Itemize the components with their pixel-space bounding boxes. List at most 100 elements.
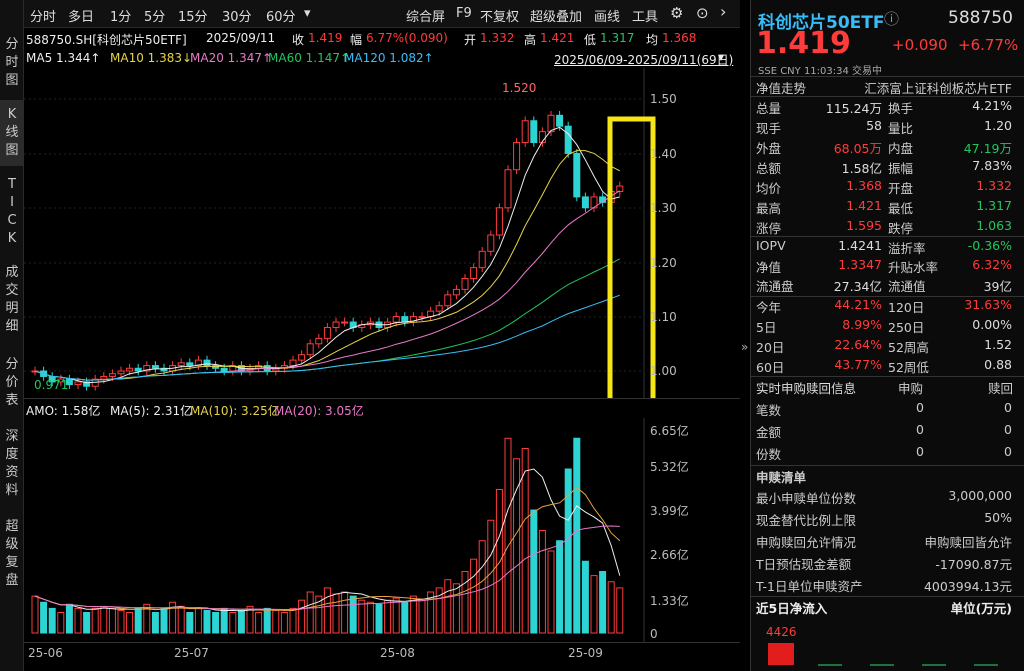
candle-body — [135, 368, 141, 371]
perf-value: 43.77% — [834, 357, 882, 372]
tab-trade-detail[interactable]: 成交明细 — [0, 264, 24, 336]
price-change: +0.090 — [892, 36, 948, 54]
tab-intraday[interactable]: 分时图 — [0, 36, 24, 90]
perf-label: 60日 — [756, 357, 784, 376]
stats-value: 1.332 — [976, 178, 1012, 193]
volume-bar — [557, 541, 563, 633]
volume-bar — [376, 604, 382, 633]
volume-bar — [152, 613, 158, 634]
high-label: 高 — [524, 31, 536, 48]
redeem-sub-value: 0 — [916, 400, 924, 415]
no-adjust-button[interactable]: 不复权 — [480, 6, 519, 25]
stats-label: 最高 — [756, 198, 781, 217]
redeem-header: 实时申购赎回信息申购赎回 — [756, 378, 1018, 398]
ma-line — [35, 191, 620, 381]
stats-value: 1.421 — [846, 198, 882, 213]
volume-chart[interactable] — [24, 418, 740, 642]
volume-bar — [204, 610, 210, 633]
composite-screen-button[interactable]: 综合屏 — [406, 6, 445, 25]
draw-line-button[interactable]: 画线 — [594, 6, 620, 25]
list-value: -17090.87元 — [935, 554, 1012, 573]
list-value: 4003994.13元 — [924, 576, 1012, 595]
dropdown-icon[interactable]: ▾ — [718, 50, 724, 64]
flow-title: 近5日净流入 — [756, 598, 827, 617]
super-overlay-button[interactable]: 超级叠加 — [530, 6, 582, 25]
high-value: 1.421 — [540, 31, 574, 45]
candle-body — [109, 374, 115, 377]
list-title: 申赎清单 — [756, 467, 806, 486]
redeem-title: 实时申购赎回信息 — [756, 378, 856, 397]
period-15min[interactable]: 15分 — [178, 6, 208, 25]
candle-body — [514, 143, 520, 170]
volume-bar — [75, 608, 81, 633]
period-intraday[interactable]: 分时 — [30, 6, 56, 25]
volume-bar — [161, 608, 167, 633]
tab-kline[interactable]: K线图 — [0, 100, 24, 166]
redeem-row: 笔数00 — [756, 400, 1018, 420]
next-icon[interactable]: › — [720, 2, 726, 21]
open-label: 开 — [464, 31, 476, 48]
volume-bar — [273, 610, 279, 633]
stats-value: 1.58亿 — [842, 158, 882, 177]
vol-tick: 1.33亿 — [650, 592, 689, 609]
info-icon[interactable]: ⓘ — [884, 8, 899, 29]
volume-bar — [419, 600, 425, 633]
volume-bar — [582, 561, 588, 633]
high-marker: 1.520 — [502, 81, 536, 95]
collapse-panel-icon[interactable]: » — [741, 340, 748, 354]
tab-super-review[interactable]: 超级复盘 — [0, 518, 24, 590]
left-tab-bar: 分时图 K线图 TICK 成交明细 分价表 深度资料 超级复盘 — [0, 0, 24, 671]
redeem-label: 份数 — [756, 444, 781, 463]
period-60min[interactable]: 60分 — [266, 6, 296, 25]
volume-bar — [505, 438, 511, 633]
price-tick: 1.00 — [650, 364, 677, 378]
volume-bar — [333, 594, 339, 633]
stats-value: 1.063 — [976, 218, 1012, 233]
tab-depth-info[interactable]: 深度资料 — [0, 428, 24, 500]
period-1min[interactable]: 1分 — [110, 6, 131, 25]
price-tick: 1.50 — [650, 92, 677, 106]
back-icon[interactable]: ⊙ — [696, 4, 709, 22]
period-30min[interactable]: 30分 — [222, 6, 252, 25]
stats-value: 1.317 — [976, 198, 1012, 213]
ma-line — [35, 127, 620, 382]
stats-label: 跌停 — [888, 218, 913, 237]
nav-row[interactable]: 净值走势汇添富上证科创板芯片ETF — [756, 78, 1018, 98]
kline-chart[interactable]: 1.520 0.971 — [24, 68, 740, 398]
volume-bar — [299, 600, 305, 633]
candle-body — [582, 197, 588, 208]
stats-label: 内盘 — [888, 138, 913, 157]
tab-price-table[interactable]: 分价表 — [0, 356, 24, 410]
price-change-pct: +6.77% — [958, 36, 1018, 54]
stats-value: 1.368 — [846, 178, 882, 193]
volume-bar — [135, 608, 141, 633]
redeem-red-value: 0 — [1004, 400, 1012, 415]
redeem-col-sub: 申购 — [898, 378, 923, 397]
volume-bar — [385, 600, 391, 633]
ma5-value: MA5 1.344↑ — [26, 51, 100, 65]
candle-body — [436, 306, 442, 311]
perf-label: 250日 — [888, 317, 924, 336]
tools-button[interactable]: 工具 — [632, 6, 658, 25]
period-multiday[interactable]: 多日 — [68, 6, 94, 25]
period-more-dropdown[interactable]: ▾ — [304, 6, 311, 21]
redeem-red-value: 0 — [1004, 444, 1012, 459]
tab-tick[interactable]: TICK — [0, 176, 24, 248]
volume-bar — [195, 608, 201, 633]
stats-value: 7.83% — [972, 158, 1012, 173]
volume-bar — [342, 592, 348, 633]
close-value: 1.419 — [308, 31, 342, 45]
period-5min[interactable]: 5分 — [144, 6, 165, 25]
f9-button[interactable]: F9 — [456, 6, 472, 21]
x-tick: 25-07 — [174, 646, 209, 660]
list-label: T日预估现金差额 — [756, 554, 851, 573]
volume-bar — [178, 606, 184, 633]
perf-row: 60日43.77%52周低0.88 — [756, 357, 1018, 377]
stats2-label: IOPV — [756, 238, 786, 253]
perf-value: 31.63% — [964, 297, 1012, 312]
date-range: 2025/06/09-2025/09/11(69日) — [554, 51, 733, 68]
candle-body — [187, 363, 193, 366]
flow-header: 近5日净流入单位(万元) — [756, 598, 1018, 618]
settings-gear-icon[interactable]: ⚙ — [670, 4, 683, 22]
volume-bar — [41, 602, 47, 633]
